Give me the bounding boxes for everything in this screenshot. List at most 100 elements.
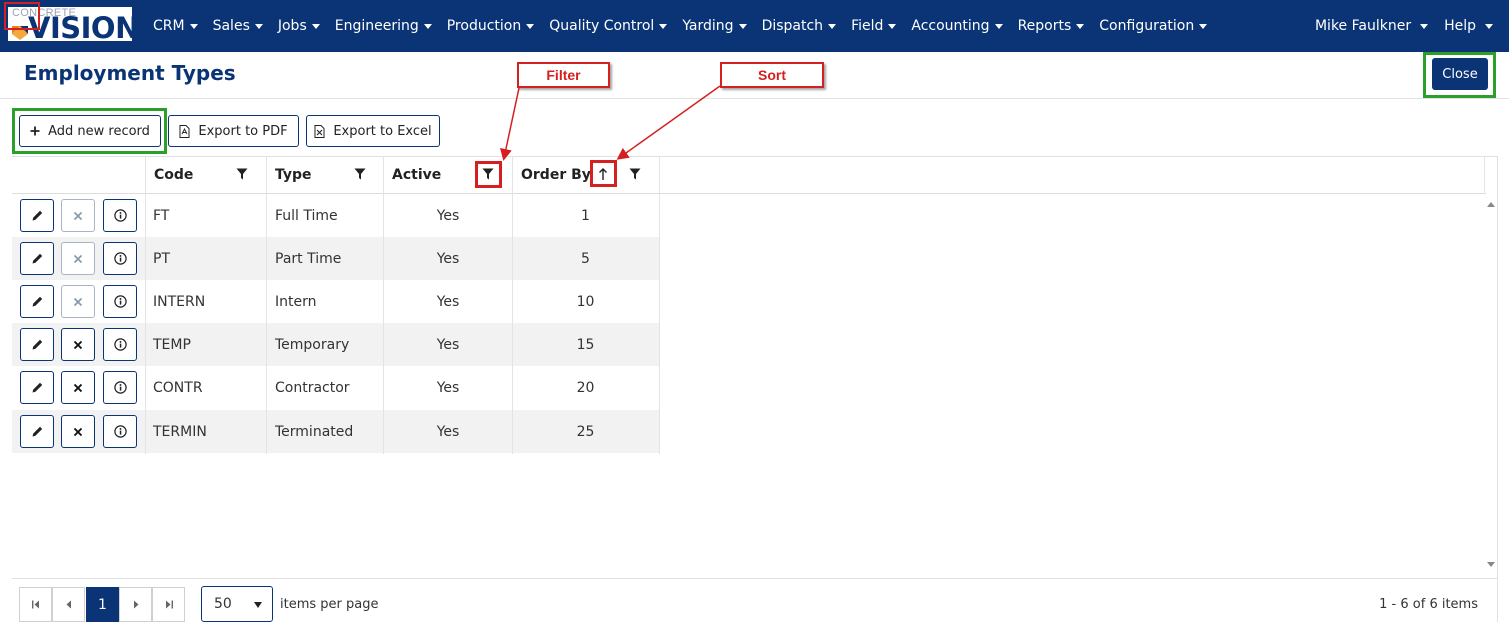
table-row: FT Full Time Yes 1 [12,194,659,237]
export-pdf-label: Export to PDF [198,123,288,139]
chevron-down-icon [423,23,432,29]
column-header-code[interactable]: Code [145,156,267,194]
edit-button[interactable] [20,199,54,232]
filter-icon[interactable] [236,168,248,180]
pencil-icon [32,339,42,350]
info-icon [113,425,127,438]
nav-field-label: Field [851,18,884,34]
pencil-icon [32,296,42,307]
nav-production[interactable]: Production [447,18,535,34]
main-menu: CRM Sales Jobs Engineering Production Qu… [153,0,1222,52]
cell-type: Terminated [275,423,354,440]
table-row: TERMIN Terminated Yes 25 [12,410,659,453]
previous-page-icon [66,600,71,609]
column-divider [266,156,267,454]
info-icon [113,252,127,265]
nav-field[interactable]: Field [851,18,897,34]
user-menu-area: Mike Faulkner Help [1299,0,1493,52]
column-header-type[interactable]: Type [266,156,384,194]
details-button[interactable] [103,285,137,318]
chevron-down-icon [189,23,198,29]
logo-main-text: VISION [28,11,139,45]
add-new-record-label: Add new record [48,123,150,139]
filter-annotation-box [475,161,502,188]
header-divider [0,98,1509,99]
pencil-icon [32,426,42,437]
last-page-icon [165,600,173,609]
nav-engineering[interactable]: Engineering [335,18,432,34]
nav-configuration[interactable]: Configuration [1099,18,1208,34]
user-menu[interactable]: Mike Faulkner [1315,18,1429,34]
next-page-button[interactable] [119,587,152,622]
close-icon [73,340,83,349]
edit-button[interactable] [20,328,54,361]
last-page-button[interactable] [152,587,185,622]
cell-order-by: 5 [581,250,590,267]
filter-icon[interactable] [354,168,366,180]
details-button[interactable] [103,328,137,361]
close-button[interactable]: Close [1432,58,1488,90]
edit-button[interactable] [20,285,54,318]
details-button[interactable] [103,371,137,404]
delete-button[interactable] [61,199,95,232]
first-page-button[interactable] [19,587,52,622]
chevron-down-icon [526,23,535,29]
sort-annotation-box [590,160,617,187]
export-excel-button[interactable]: Export to Excel [306,115,440,147]
nav-yarding[interactable]: Yarding [682,18,747,34]
column-header-order-by[interactable]: Order By [512,156,660,194]
cell-type: Contractor [275,379,350,396]
cell-order-by: 25 [576,423,595,440]
delete-button[interactable] [61,415,95,448]
cell-active: Yes [436,423,460,440]
table-row: TEMP Temporary Yes 15 [12,323,659,366]
info-icon [113,209,127,222]
delete-button[interactable] [61,242,95,275]
nav-accounting[interactable]: Accounting [911,18,1003,34]
nav-jobs-label: Jobs [277,18,307,34]
details-button[interactable] [103,199,137,232]
filter-icon[interactable] [629,168,641,180]
previous-page-button[interactable] [52,587,85,622]
cell-order-by: 15 [576,336,595,353]
nav-sales-label: Sales [212,18,250,34]
page-1-button[interactable]: 1 [86,587,119,622]
info-icon [113,381,127,394]
chevron-down-icon [254,23,263,29]
delete-button[interactable] [61,285,95,318]
nav-quality-control[interactable]: Quality Control [549,18,668,34]
nav-reports-label: Reports [1017,18,1072,34]
nav-configuration-label: Configuration [1099,18,1195,34]
chevron-down-icon [311,23,320,29]
cell-active: Yes [436,207,460,224]
nav-reports[interactable]: Reports [1018,18,1085,34]
chevron-down-icon [1076,23,1085,29]
cell-active: Yes [436,250,460,267]
chevron-down-icon [1485,23,1493,29]
delete-button[interactable] [61,371,95,404]
items-per-page-label: items per page [280,597,379,612]
close-icon [73,297,83,306]
help-menu[interactable]: Help [1444,18,1493,34]
edit-button[interactable] [20,371,54,404]
nav-sales[interactable]: Sales [213,18,263,34]
nav-dispatch[interactable]: Dispatch [762,18,837,34]
page-size-select[interactable]: 50 [201,586,273,622]
scroll-down-arrow-icon[interactable] [1487,562,1495,567]
column-header-type-label: Type [275,167,312,183]
scroll-up-arrow-icon[interactable] [1487,202,1495,207]
details-button[interactable] [103,415,137,448]
delete-button[interactable] [61,328,95,361]
nav-crm[interactable]: CRM [153,18,198,34]
nav-jobs[interactable]: Jobs [278,18,320,34]
edit-button[interactable] [20,415,54,448]
first-page-icon [31,600,39,609]
details-button[interactable] [103,242,137,275]
export-pdf-button[interactable]: Export to PDF [168,115,299,147]
edit-button[interactable] [20,242,54,275]
add-new-record-button[interactable]: Add new record [19,115,161,147]
concrete-vision-logo[interactable]: CONCRETE VISION [4,2,139,43]
info-icon [113,338,127,351]
info-icon [113,295,127,308]
column-header-code-label: Code [154,167,194,183]
